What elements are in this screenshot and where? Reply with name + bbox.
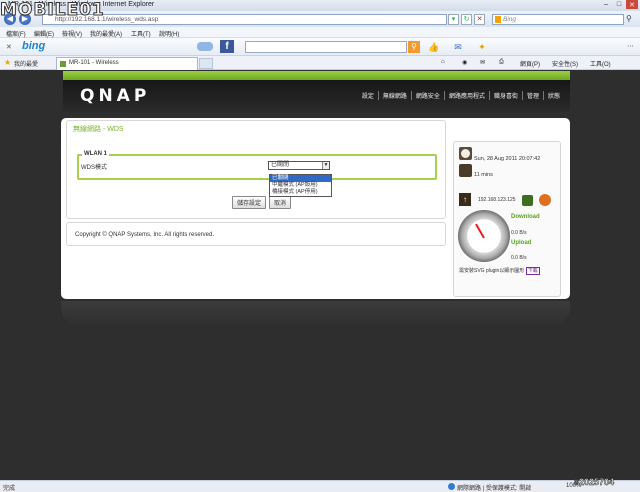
search-icon[interactable]: ⚲ (626, 14, 637, 25)
qnap-header: QNAP 設定 無線網路 網路安全 網路應用程式 職身喜街 管理 狀態 (63, 71, 570, 112)
plugin-download-link[interactable]: 下載 (525, 267, 540, 275)
search-placeholder: Bing (503, 16, 517, 23)
page-title: 無線網路 - WDS (73, 126, 124, 133)
upload-value: 0.0 B/s (511, 255, 527, 261)
wds-mode-dropdown: 已關閉 中繼模式 (AP設用) 橋接模式 (AP停用) (269, 174, 332, 197)
watermark-brand: MOBILE01 (0, 0, 105, 21)
watermark-id: #2025704 (574, 477, 615, 488)
toolbar-search-button[interactable]: ⚲ (408, 41, 420, 53)
network-icon: ↑ (459, 193, 471, 206)
card-reflection (61, 301, 570, 327)
compat-view-icon[interactable]: ▾ (448, 14, 459, 25)
cmd-page[interactable]: 網頁(P) (520, 59, 540, 68)
upload-label: Upload (511, 240, 532, 246)
option-bridge[interactable]: 橋接模式 (AP停用) (270, 189, 331, 196)
option-repeater[interactable]: 中繼模式 (AP設用) (270, 182, 331, 189)
system-uptime: 11 mins (474, 172, 493, 178)
favorites-bar: ★ 我的最愛 MR-101 - Wireless ⌂ ◉ ✉ ⎙ 網頁(P) 安… (0, 56, 640, 70)
cancel-button[interactable]: 取消 (269, 196, 292, 209)
download-label: Download (511, 214, 540, 220)
wlan-fieldset: WLAN 1 WDS模式 已關閉 ▼ (77, 151, 437, 180)
content-card: 無線網路 - WDS WLAN 1 WDS模式 已關閉 ▼ 儲存設定 取消 已關… (61, 118, 570, 299)
minimize-button[interactable]: – (600, 0, 612, 9)
bing-toolbar: ✕ bing f ⚲ 👍 ✉ ✦ ⋯ (0, 38, 640, 56)
status-bar: 完成 網際網路 | 受保護模式: 開啟 100% (0, 480, 640, 492)
download-value: 0.0 B/s (511, 230, 527, 236)
bing-logo: bing (22, 40, 46, 52)
gauge-needle (475, 223, 485, 239)
ip-address: 192.168.123.125 (478, 197, 516, 203)
stop-icon[interactable]: ✕ (474, 14, 485, 25)
tab-title: MR-101 - Wireless (69, 60, 119, 66)
weather-icon[interactable] (197, 42, 213, 51)
nav-applications[interactable]: 網路應用程式 (443, 91, 489, 100)
thumbs-up-icon[interactable]: 👍 (428, 41, 440, 53)
search-input[interactable]: Bing (492, 14, 624, 25)
toolbar-options-icon[interactable]: ⋯ (627, 42, 634, 50)
facebook-icon[interactable]: f (220, 40, 234, 53)
maximize-button[interactable]: □ (613, 0, 625, 9)
menu-tools[interactable]: 工具(T) (131, 29, 151, 38)
save-button[interactable]: 儲存設定 (232, 196, 267, 209)
home-icon[interactable]: ⌂ (441, 59, 445, 65)
footer-panel: Copyright © QNAP Systems, Inc. All right… (66, 222, 446, 246)
menu-file[interactable]: 檔案(F) (6, 29, 26, 38)
clock-icon (459, 147, 472, 160)
bing-logo-icon (495, 16, 501, 23)
menu-edit[interactable]: 編輯(E) (34, 29, 54, 38)
refresh-icon[interactable]: ↻ (461, 14, 472, 25)
speed-gauge (458, 210, 510, 262)
toolbar-search-input[interactable] (245, 41, 407, 53)
status-sidebar: Sun, 28 Aug 2011 20:07:42 11 mins ↑ 192.… (453, 141, 561, 297)
copyright-text: Copyright © QNAP Systems, Inc. All right… (75, 232, 215, 238)
favorites-label[interactable]: 我的最愛 (14, 59, 38, 68)
cmd-safety[interactable]: 安全性(S) (552, 59, 578, 68)
favorites-star-icon[interactable]: ★ (4, 58, 11, 67)
page-viewport: QNAP 設定 無線網路 網路安全 網路應用程式 職身喜街 管理 狀態 無線網路… (0, 71, 640, 480)
plugin-text: 需安裝SVG plugin以顯示圖形 (459, 268, 525, 274)
eco-icon[interactable] (522, 195, 533, 206)
security-zone[interactable]: 網際網路 | 受保護模式: 開啟 (457, 483, 531, 492)
print-icon[interactable]: ⎙ (499, 59, 504, 66)
new-tab-button[interactable] (199, 58, 213, 69)
close-toolbar-icon[interactable]: ✕ (6, 43, 12, 51)
wds-mode-label: WDS模式 (81, 165, 107, 171)
nav-wireless[interactable]: 無線網路 (377, 91, 411, 100)
mail-icon[interactable]: ✉ (480, 59, 485, 66)
system-datetime: Sun, 28 Aug 2011 20:07:42 (474, 156, 541, 162)
top-nav: 設定 無線網路 網路安全 網路應用程式 職身喜街 管理 狀態 (358, 91, 564, 100)
cmd-tools[interactable]: 工具(O) (590, 59, 611, 68)
globe-icon (448, 483, 455, 490)
chevron-down-icon[interactable]: ▼ (322, 162, 329, 169)
qnap-logo: QNAP (80, 86, 151, 106)
menu-view[interactable]: 檢視(V) (62, 29, 82, 38)
tab-favicon-icon (60, 61, 66, 67)
menu-favorites[interactable]: 我的最愛(A) (90, 29, 122, 38)
menu-help[interactable]: 說明(H) (159, 29, 179, 38)
status-done: 完成 (3, 486, 16, 492)
svg-plugin-note: 需安裝SVG plugin以顯示圖形 下載 (459, 267, 540, 275)
wds-mode-select[interactable]: 已關閉 ▼ (268, 161, 330, 170)
messenger-icon[interactable]: ✉ (452, 41, 464, 53)
power-icon[interactable] (539, 194, 551, 206)
uptime-icon (459, 164, 472, 177)
wlan-legend: WLAN 1 (82, 151, 109, 157)
nav-settings[interactable]: 設定 (358, 91, 378, 100)
nav-admin[interactable]: 管理 (521, 91, 543, 100)
feeds-icon[interactable]: ◉ (462, 59, 467, 66)
menu-bar: 檔案(F) 編輯(E) 檢視(V) 我的最愛(A) 工具(T) 說明(H) (0, 27, 640, 38)
header-accent-bar (63, 71, 570, 80)
option-disabled[interactable]: 已關閉 (270, 175, 331, 182)
nav-media[interactable]: 職身喜街 (488, 91, 522, 100)
nav-status[interactable]: 狀態 (542, 91, 564, 100)
wds-panel: 無線網路 - WDS WLAN 1 WDS模式 已關閉 ▼ 儲存設定 取消 (66, 120, 446, 219)
close-window-button[interactable]: ✕ (626, 0, 638, 9)
nav-security[interactable]: 網路安全 (410, 91, 444, 100)
browser-tab[interactable]: MR-101 - Wireless (56, 57, 198, 70)
wds-mode-value: 已關閉 (271, 162, 290, 168)
magic-wand-icon[interactable]: ✦ (476, 41, 488, 53)
